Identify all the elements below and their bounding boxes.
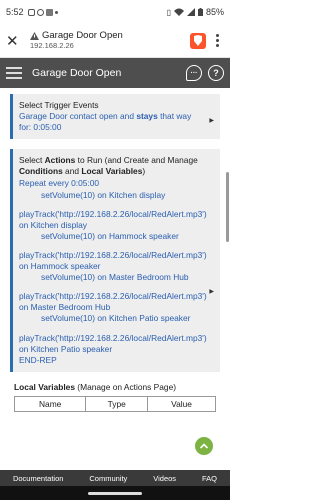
chevron-up-icon: [200, 443, 208, 449]
footer-link-videos[interactable]: Videos: [153, 474, 176, 483]
app-title: Garage Door Open: [32, 67, 122, 79]
scrollbar[interactable]: [226, 172, 229, 242]
wifi-icon: [173, 8, 184, 16]
action-line: END-REP: [19, 354, 57, 365]
main-content: Select Trigger Events Garage Door contac…: [0, 88, 230, 470]
local-variables-table: Name Type Value: [13, 395, 216, 412]
footer-link-faq[interactable]: FAQ: [202, 474, 217, 483]
action-line: playTrack('http://192.168.2.26/local/Red…: [19, 291, 207, 302]
action-line: setVolume(10) on Hammock speaker: [41, 230, 179, 241]
action-line: on Kitchen Patio speaker: [19, 343, 113, 354]
column-header-value: Value: [147, 395, 216, 412]
action-line: Repeat every 0:05:00: [19, 178, 100, 189]
action-line: on Kitchen display: [19, 219, 87, 230]
brave-lion-icon[interactable]: [190, 32, 206, 49]
home-gesture-handle[interactable]: [88, 491, 142, 495]
action-line: setVolume(10) on Master Bedroom Hub: [41, 272, 189, 283]
expand-arrow-icon[interactable]: ▶: [209, 118, 214, 126]
chat-icon[interactable]: ···: [186, 65, 202, 81]
actions-heading: Select Actions to Run (and Create and Ma…: [19, 155, 198, 177]
close-icon[interactable]: ✕: [6, 32, 24, 50]
url-area[interactable]: Garage Door Open 192.168.2.26: [30, 29, 190, 51]
more-dot-icon: [54, 10, 58, 14]
battery-percent: 85%: [205, 7, 224, 17]
help-icon[interactable]: ?: [208, 65, 224, 81]
column-header-name: Name: [13, 395, 87, 412]
actions-list: Repeat every 0:05:00 setVolume(10) on Ki…: [19, 178, 214, 365]
app-bar: Garage Door Open ··· ?: [0, 58, 230, 88]
notification-icon: [36, 8, 44, 16]
expand-arrow-icon[interactable]: ▶: [209, 289, 214, 297]
action-line: playTrack('http://192.168.2.26/local/Red…: [19, 208, 207, 219]
action-line: on Hammock speaker: [19, 261, 101, 272]
action-line: setVolume(10) on Kitchen Patio speaker: [41, 313, 191, 324]
browser-url: 192.168.2.26: [30, 40, 74, 50]
status-bar: 5:52 ▯ 85%: [0, 0, 230, 24]
action-line: playTrack('http://192.168.2.26/local/Red…: [19, 332, 207, 343]
menu-icon[interactable]: [6, 67, 22, 79]
notification-icon: [45, 8, 53, 16]
actions-card[interactable]: Select Actions to Run (and Create and Ma…: [10, 149, 220, 372]
vibrate-icon: ▯: [166, 7, 171, 17]
browser-page-title: Garage Door Open: [42, 29, 123, 41]
column-header-type: Type: [85, 395, 149, 412]
action-line: setVolume(10) on Kitchen display: [41, 189, 166, 200]
local-variables-label: Local Variables (Manage on Actions Page): [14, 381, 177, 392]
trigger-heading: Select Trigger Events: [19, 100, 99, 110]
footer-links: Documentation Community Videos FAQ: [0, 470, 230, 486]
action-line: on Master Bedroom Hub: [19, 302, 111, 313]
system-nav-bar: [0, 486, 230, 500]
local-variables-section: Local Variables (Manage on Actions Page)…: [13, 381, 216, 412]
notification-icons: [27, 8, 58, 16]
battery-icon: [197, 8, 203, 16]
footer-link-documentation[interactable]: Documentation: [13, 474, 63, 483]
footer-link-community[interactable]: Community: [89, 474, 127, 483]
action-line: playTrack('http://192.168.2.26/local/Red…: [19, 249, 207, 260]
status-time: 5:52: [6, 7, 24, 17]
trigger-description: Garage Door contact open and stays that …: [19, 111, 192, 133]
browser-toolbar: ✕ Garage Door Open 192.168.2.26: [0, 24, 230, 58]
notification-icon: [27, 8, 35, 16]
scroll-up-button[interactable]: [195, 437, 213, 455]
warning-icon: [30, 32, 39, 41]
trigger-events-card[interactable]: Select Trigger Events Garage Door contac…: [10, 94, 220, 140]
more-menu-icon[interactable]: [210, 34, 224, 47]
signal-icon: [186, 8, 195, 16]
